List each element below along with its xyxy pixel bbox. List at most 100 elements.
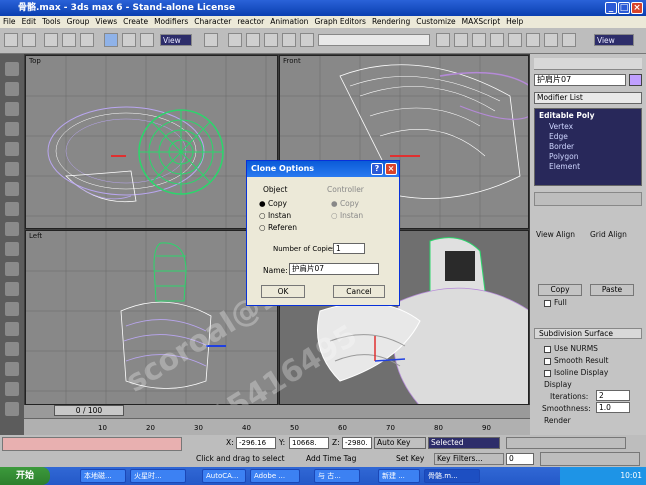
tool-icon-14[interactable]: [5, 322, 19, 336]
snap-icon[interactable]: [228, 33, 242, 47]
task-item-5[interactable]: 与 古...: [314, 469, 360, 483]
menu-create[interactable]: Create: [123, 16, 148, 28]
z-coordinate-field[interactable]: -2980.: [342, 437, 372, 449]
tool-icon-13[interactable]: [5, 302, 19, 316]
cancel-button[interactable]: Cancel: [333, 285, 385, 298]
angle-snap-icon[interactable]: [246, 33, 260, 47]
time-slider[interactable]: 0 / 100: [54, 405, 124, 416]
task-item-4[interactable]: Adobe ...: [250, 469, 300, 483]
radio-reference[interactable]: ○ Referen: [259, 223, 297, 232]
material-editor-icon[interactable]: [526, 33, 540, 47]
tool-icon-17[interactable]: [5, 382, 19, 396]
stack-item-vertex[interactable]: Vertex: [535, 122, 641, 132]
tool-icon-6[interactable]: [5, 162, 19, 176]
tool-icon-11[interactable]: [5, 262, 19, 276]
pivot-icon[interactable]: [204, 33, 218, 47]
menu-file[interactable]: File: [3, 16, 16, 28]
full-check-box[interactable]: [544, 299, 551, 307]
quick-render-icon[interactable]: [562, 33, 576, 47]
rotate-icon[interactable]: [122, 33, 136, 47]
close-button[interactable]: ×: [631, 2, 643, 14]
help-icon[interactable]: ?: [371, 163, 383, 175]
copy-button[interactable]: Copy: [538, 284, 582, 296]
select-by-name-icon[interactable]: [80, 33, 94, 47]
add-time-tag-button[interactable]: Add Time Tag: [306, 454, 356, 463]
tool-icon-7[interactable]: [5, 182, 19, 196]
command-panel-tabs[interactable]: [534, 58, 642, 70]
menu-maxscript[interactable]: MAXScript: [462, 16, 501, 28]
iterations-field[interactable]: 2: [596, 390, 630, 401]
menu-rendering[interactable]: Rendering: [372, 16, 410, 28]
stack-item-edge[interactable]: Edge: [535, 132, 641, 142]
stack-item-polygon[interactable]: Polygon: [535, 152, 641, 162]
use-nurms-checkbox[interactable]: Use NURMS: [544, 344, 598, 353]
stack-controls[interactable]: [534, 192, 642, 206]
align-icon[interactable]: [454, 33, 468, 47]
move-icon[interactable]: [104, 33, 118, 47]
current-frame-field[interactable]: 0: [506, 453, 534, 465]
tool-icon-15[interactable]: [5, 342, 19, 356]
object-color-swatch[interactable]: [629, 74, 642, 86]
object-name-field[interactable]: 护肩片07: [534, 74, 626, 86]
ok-button[interactable]: OK: [261, 285, 305, 298]
name-input[interactable]: 护肩片07: [289, 263, 379, 275]
layer-icon[interactable]: [472, 33, 486, 47]
full-checkbox[interactable]: Full: [544, 298, 567, 307]
modifier-list-dropdown[interactable]: Modifier List: [534, 92, 642, 104]
smooth-result-check-box[interactable]: [544, 357, 551, 365]
radio-copy[interactable]: ● Copy: [259, 199, 287, 208]
task-item-3[interactable]: AutoCA...: [202, 469, 246, 483]
stack-item-element[interactable]: Element: [535, 162, 641, 172]
select-region-icon[interactable]: [62, 33, 76, 47]
viewport-navigation-controls[interactable]: [540, 452, 640, 466]
maxscript-listener[interactable]: [2, 437, 182, 451]
smoothness-field[interactable]: 1.0: [596, 402, 630, 413]
menu-reactor[interactable]: reactor: [237, 16, 264, 28]
y-coordinate-field[interactable]: 10668.: [289, 437, 329, 449]
subdivision-rollout-header[interactable]: Subdivision Surface: [534, 328, 642, 339]
tool-icon-10[interactable]: [5, 242, 19, 256]
tool-icon-12[interactable]: [5, 282, 19, 296]
menu-tools[interactable]: Tools: [42, 16, 60, 28]
select-object-icon[interactable]: [44, 33, 58, 47]
tool-icon-1[interactable]: [5, 62, 19, 76]
scale-icon[interactable]: [140, 33, 154, 47]
track-bar[interactable]: 10 20 30 40 50 60 70 80 90: [24, 418, 530, 436]
undo-icon[interactable]: [4, 33, 18, 47]
redo-icon[interactable]: [22, 33, 36, 47]
viewport-top[interactable]: Top: [25, 55, 278, 229]
smooth-result-checkbox[interactable]: Smooth Result: [544, 356, 609, 365]
tool-icon-4[interactable]: [5, 122, 19, 136]
tool-icon-9[interactable]: [5, 222, 19, 236]
spinner-snap-icon[interactable]: [282, 33, 296, 47]
stack-item-editable-poly[interactable]: Editable Poly: [535, 109, 641, 122]
selection-set-dropdown[interactable]: Selected: [428, 437, 500, 449]
named-selection-dropdown[interactable]: [318, 34, 430, 46]
task-item-6[interactable]: 新建 ...: [378, 469, 420, 483]
dialog-close-icon[interactable]: ×: [385, 163, 397, 175]
tool-icon-5[interactable]: [5, 142, 19, 156]
menu-animation[interactable]: Animation: [270, 16, 308, 28]
stack-item-border[interactable]: Border: [535, 142, 641, 152]
use-nurms-check-box[interactable]: [544, 345, 551, 353]
named-selection-icon[interactable]: [300, 33, 314, 47]
key-filters-button[interactable]: Key Filters...: [434, 453, 504, 465]
menu-views[interactable]: Views: [95, 16, 117, 28]
tool-icon-8[interactable]: [5, 202, 19, 216]
task-item-2[interactable]: 火星时...: [130, 469, 186, 483]
task-item-7[interactable]: 骨骼.m...: [424, 469, 480, 483]
menu-graph-editors[interactable]: Graph Editors: [314, 16, 366, 28]
schematic-view-icon[interactable]: [508, 33, 522, 47]
menu-help[interactable]: Help: [506, 16, 523, 28]
view-align-button[interactable]: View Align: [536, 230, 575, 239]
curve-editor-icon[interactable]: [490, 33, 504, 47]
tool-icon-16[interactable]: [5, 362, 19, 376]
mirror-icon[interactable]: [436, 33, 450, 47]
percent-snap-icon[interactable]: [264, 33, 278, 47]
auto-key-button[interactable]: Auto Key: [374, 437, 426, 449]
task-item-1[interactable]: 本地磁...: [80, 469, 126, 483]
tool-icon-3[interactable]: [5, 102, 19, 116]
menu-edit[interactable]: Edit: [22, 16, 37, 28]
maximize-button[interactable]: □: [618, 2, 630, 14]
tool-icon-2[interactable]: [5, 82, 19, 96]
